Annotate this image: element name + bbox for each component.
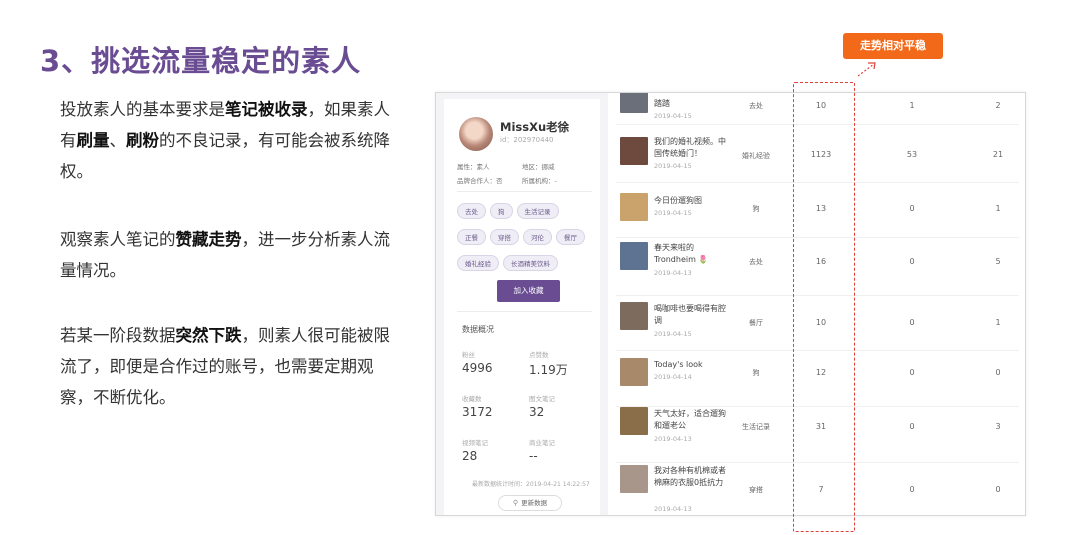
note-collects: 53 <box>906 150 918 159</box>
highlight-drop: 突然下跌 <box>175 326 242 345</box>
note-collects: 1 <box>909 101 915 110</box>
highlight-fake-fans: 刷粉 <box>126 131 159 150</box>
note-collects: 0 <box>909 318 915 327</box>
search-icon: ⚲ <box>512 499 519 507</box>
tag[interactable]: 餐厅 <box>556 229 585 245</box>
avatar[interactable] <box>459 117 493 151</box>
note-comments: 21 <box>992 150 1004 159</box>
callout-stable-trend: 走势相对平稳 <box>843 33 943 59</box>
stat-business-notes-value: -- <box>529 449 538 463</box>
note-thumbnail[interactable] <box>620 242 648 270</box>
note-category: 餐厅 <box>749 319 763 327</box>
note-comments: 3 <box>995 422 1001 431</box>
note-collects: 0 <box>909 204 915 213</box>
note-title[interactable]: 踏踏 <box>654 98 732 110</box>
profile-org: 所属机构：- <box>522 177 557 185</box>
highlight-indexed: 笔记被收录 <box>225 100 308 119</box>
note-thumbnail[interactable] <box>620 302 648 330</box>
note-date: 2019-04-13 <box>654 505 692 513</box>
note-thumbnail[interactable] <box>620 358 648 386</box>
note-title[interactable]: Today's look <box>654 359 732 371</box>
stat-collects-label: 收藏数 <box>462 395 482 403</box>
note-collects: 0 <box>909 485 915 494</box>
profile-type: 属性：素人 <box>457 163 490 171</box>
tag[interactable]: 正餐 <box>457 229 486 245</box>
paragraph-requirements: 投放素人的基本要求是笔记被收录，如果素人有刷量、刷粉的不良记录，有可能会被系统降… <box>60 100 390 181</box>
note-date: 2019-04-15 <box>654 330 692 338</box>
stat-likes-label: 点赞数 <box>529 351 549 359</box>
add-to-collection-button[interactable]: 加入收藏 <box>497 280 560 302</box>
note-title[interactable]: 天气太好，适合遛狗和遛老公 <box>654 408 732 432</box>
refresh-data-button[interactable]: ⚲ 更新数据 <box>498 495 562 511</box>
stat-video-notes-value: 28 <box>462 449 478 463</box>
note-comments: 0 <box>995 368 1001 377</box>
tag[interactable]: 生活记录 <box>516 203 559 219</box>
note-comments: 0 <box>995 485 1001 494</box>
tag[interactable]: 婚礼经验 <box>457 255 499 271</box>
note-comments: 2 <box>995 101 1001 110</box>
profile-card: MissXu老徐 id：202970440 属性：素人 地区：挪威 品牌合作人：… <box>444 99 600 515</box>
note-comments: 5 <box>995 257 1001 266</box>
note-thumbnail[interactable] <box>620 407 648 435</box>
highlight-fake-volume: 刷量 <box>76 131 110 150</box>
note-category: 狗 <box>752 369 760 377</box>
stats-title: 数据概况 <box>462 325 494 334</box>
note-comments: 1 <box>995 204 1001 213</box>
likes-column-highlight <box>793 82 855 532</box>
profile-id: id：202970440 <box>500 136 554 144</box>
note-category: 狗 <box>752 205 760 213</box>
divider <box>457 311 592 312</box>
stat-video-notes-label: 视频笔记 <box>462 439 488 447</box>
note-thumbnail[interactable] <box>620 137 648 165</box>
paragraph-trend: 观察素人笔记的赞藏走势，进一步分析素人流量情况。 <box>60 230 390 280</box>
stat-fans-label: 粉丝 <box>462 351 475 359</box>
note-category: 婚礼经验 <box>742 152 770 160</box>
blogger-data-screenshot: MissXu老徐 id：202970440 属性：素人 地区：挪威 品牌合作人：… <box>435 92 1026 516</box>
profile-name: MissXu老徐 <box>500 120 570 134</box>
profile-region: 地区：挪威 <box>522 163 555 171</box>
tag[interactable]: 穿搭 <box>490 229 519 245</box>
note-category: 去处 <box>749 258 763 266</box>
profile-brand-partner: 品牌合作人：否 <box>457 177 503 185</box>
tag[interactable]: 去处 <box>457 203 486 219</box>
note-date: 2019-04-15 <box>654 209 692 217</box>
note-category: 穿搭 <box>749 486 763 494</box>
slide-title: 3、挑选流量稳定的素人 <box>40 44 362 78</box>
note-comments: 1 <box>995 318 1001 327</box>
note-date: 2019-04-13 <box>654 435 692 443</box>
refresh-label: 更新数据 <box>521 499 548 507</box>
note-title[interactable]: 我对各种有机棉或者棉麻的衣服0抵抗力 <box>654 465 732 489</box>
divider <box>457 191 592 192</box>
highlight-trend: 赞藏走势 <box>175 230 242 249</box>
note-date: 2019-04-14 <box>654 373 692 381</box>
stat-collects-value: 3172 <box>462 405 493 419</box>
note-date: 2019-04-15 <box>654 112 692 120</box>
note-thumbnail[interactable] <box>620 193 648 221</box>
note-title[interactable]: 喝咖啡也要喝得有腔调 <box>654 303 732 327</box>
note-title[interactable]: 今日份遛狗图 <box>654 195 732 207</box>
note-collects: 0 <box>909 422 915 431</box>
note-thumbnail[interactable] <box>620 465 648 493</box>
note-date: 2019-04-13 <box>654 269 692 277</box>
tag-list: 去处狗生活记录正餐 穿搭 河伦 餐厅婚礼经验 长酒精美饮料 <box>457 199 595 277</box>
tag[interactable]: 狗 <box>490 203 513 219</box>
tag[interactable]: 河伦 <box>523 229 552 245</box>
note-collects: 0 <box>909 257 915 266</box>
note-category: 生活记录 <box>742 423 770 431</box>
paragraph-drop: 若某一阶段数据突然下跌，则素人很可能被限流了，即便是合作过的账号，也需要定期观察… <box>60 326 390 407</box>
note-collects: 0 <box>909 368 915 377</box>
note-thumbnail[interactable] <box>620 93 648 113</box>
stat-image-notes-value: 32 <box>529 405 545 419</box>
stat-likes-value: 1.19万 <box>529 363 568 377</box>
note-title[interactable]: 我们的婚礼视频。中国传统婚门！ <box>654 136 732 160</box>
stat-image-notes-label: 图文笔记 <box>529 395 555 403</box>
update-time: 最新数据统计时间：2019-04-21 14:22:57 <box>472 481 590 488</box>
note-title[interactable]: 春天来啦的Trondheim 🌷 <box>654 242 732 266</box>
callout-arrow-icon <box>857 62 876 77</box>
note-date: 2019-04-15 <box>654 162 692 170</box>
note-category: 去处 <box>749 102 763 110</box>
stat-business-notes-label: 商业笔记 <box>529 439 555 447</box>
tag[interactable]: 长酒精美饮料 <box>503 255 558 271</box>
stat-fans-value: 4996 <box>462 361 493 375</box>
